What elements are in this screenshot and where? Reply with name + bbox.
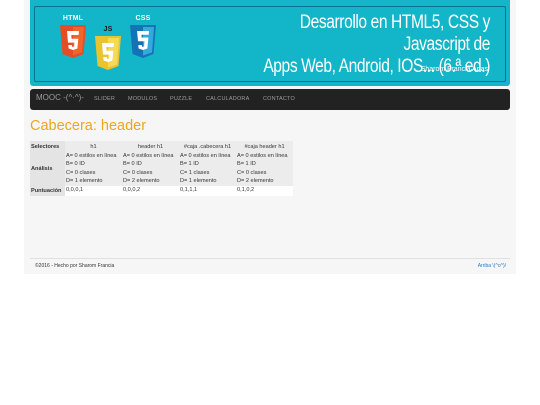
row-header-score: Puntuación	[30, 185, 65, 196]
analysis-line: B= 1 ID	[180, 161, 199, 168]
header-banner: HTML JS CSS Desarrollo en HTML5, CSS y J…	[30, 0, 510, 86]
page-container: HTML JS CSS Desarrollo en HTML5, CSS y J…	[24, 0, 516, 274]
analysis-line: B= 0 ID	[66, 161, 85, 168]
column-header: h1	[65, 141, 122, 152]
score-cell: 0,0,0,1	[65, 185, 122, 196]
table-cell: A= 0 estilos en línea B= 1 ID C= 1 clase…	[179, 152, 236, 186]
score-cell: 0,1,1,1	[179, 185, 236, 196]
analysis-line: B= 1 ID	[237, 161, 256, 168]
html5-logo-icon: HTML	[58, 15, 88, 60]
nav-link-calculadora[interactable]: CALCULADORA	[206, 96, 249, 102]
analysis-line: D= 1 elemento	[180, 178, 217, 185]
row-header-analysis: Análisis	[30, 152, 65, 186]
analysis-line: D= 2 elemento	[123, 178, 160, 185]
table-cell: A= 0 estilos en línea B= 1 ID C= 0 clase…	[236, 152, 293, 186]
css3-logo-icon: CSS	[128, 15, 158, 60]
score-cell: 0,1,0,2	[236, 185, 293, 196]
css3-logo-label: CSS	[135, 15, 151, 22]
nav-link-slider[interactable]: SLIDER	[94, 96, 115, 102]
table-row: Análisis A= 0 estilos en línea B= 0 ID C…	[30, 152, 293, 186]
javascript-logo-icon: JS	[93, 26, 123, 72]
table-row: Puntuación 0,0,0,1 0,0,0,2 0,1,1,1 0,1,0…	[30, 185, 293, 196]
table-cell: A= 0 estilos en línea B= 0 ID C= 0 clase…	[65, 152, 122, 186]
column-header: header h1	[122, 141, 179, 152]
navbar-brand-link[interactable]: MOOC -(^·^)-	[36, 93, 84, 102]
nav-link-puzzle[interactable]: PUZZLE	[170, 96, 192, 102]
analysis-line: A= 0 estilos en línea	[66, 153, 117, 159]
footer-divider	[30, 258, 510, 259]
analysis-line: C= 0 clases	[237, 169, 267, 176]
analysis-line: C= 1 clases	[180, 169, 210, 176]
banner-title-line1: Desarrollo en HTML5, CSS y Javascript de	[299, 12, 491, 55]
analysis-line: C= 0 clases	[66, 169, 96, 176]
table-row: Selectores h1 header h1 #caja .cabecera …	[30, 141, 293, 152]
score-cell: 0,0,0,2	[122, 185, 179, 196]
page-title: Cabecera: header	[30, 118, 147, 134]
table-cell: A= 0 estilos en línea B= 0 ID C= 0 clase…	[122, 152, 179, 186]
analysis-line: B= 0 ID	[123, 161, 142, 168]
banner-author: Sharom Francia Arias	[420, 66, 488, 73]
column-header: #caja .cabecera h1	[179, 141, 236, 152]
analysis-line: D= 2 elemento	[237, 178, 274, 185]
footer-copyright: ©2016 - Hecho por Sharom Francia	[35, 263, 115, 269]
row-header-selectors: Selectores	[30, 141, 65, 152]
nav-link-contacto[interactable]: CONTACTO	[263, 96, 295, 102]
top-navbar: MOOC -(^·^)- SLIDER MODULOS PUZZLE CALCU…	[30, 89, 510, 110]
nav-link-modulos[interactable]: MODULOS	[128, 96, 157, 102]
column-header: #caja header h1	[236, 141, 293, 152]
analysis-line: A= 0 estilos en línea	[237, 153, 288, 159]
analysis-line: C= 0 clases	[123, 169, 153, 176]
javascript-logo-label: JS	[103, 26, 113, 33]
specificity-table: Selectores h1 header h1 #caja .cabecera …	[30, 141, 293, 196]
analysis-line: A= 0 estilos en línea	[123, 153, 174, 159]
analysis-line: D= 1 elemento	[66, 178, 103, 185]
analysis-line: A= 0 estilos en línea	[180, 153, 231, 159]
html5-logo-label: HTML	[62, 15, 84, 22]
back-to-top-link[interactable]: Arriba \(^o^)/	[478, 263, 506, 269]
